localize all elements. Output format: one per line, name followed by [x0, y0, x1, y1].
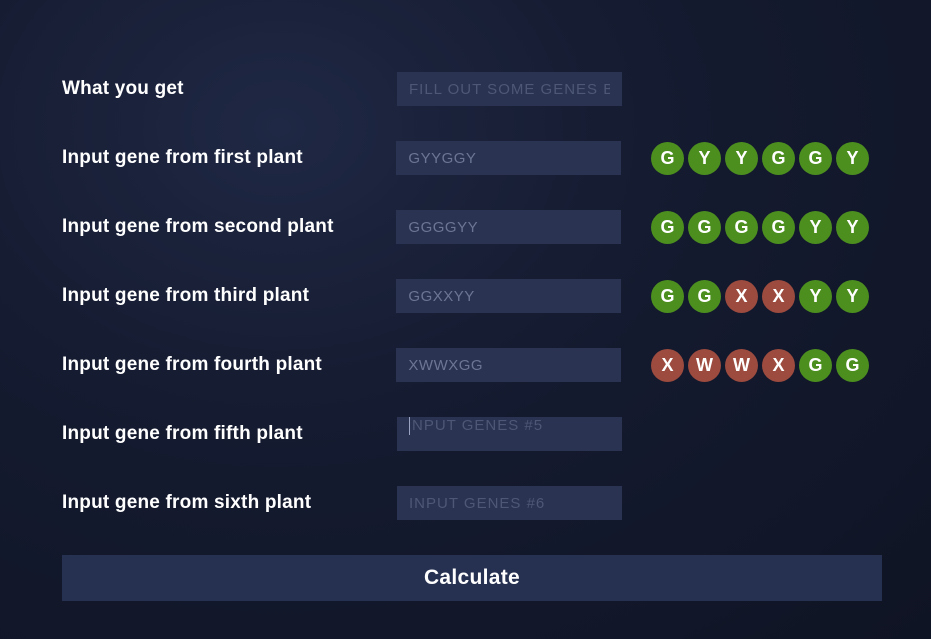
gene-badge: X: [762, 280, 795, 313]
gene-badge: W: [725, 349, 758, 382]
gene-badge: X: [651, 349, 684, 382]
input-wrap-plant-2: [396, 210, 621, 244]
gene-badge: G: [762, 142, 795, 175]
calculate-button[interactable]: Calculate: [62, 555, 882, 601]
gene-badge: Y: [725, 142, 758, 175]
gene-badge: Y: [836, 142, 869, 175]
label-plant-3: Input gene from third plant: [62, 285, 396, 307]
label-plant-1: Input gene from first plant: [62, 147, 396, 169]
gene-badge: G: [836, 349, 869, 382]
row-plant-3: Input gene from third plant G G X X Y Y: [62, 279, 869, 313]
gene-badge: Y: [836, 211, 869, 244]
gene-badge: G: [725, 211, 758, 244]
gene-badge: G: [688, 211, 721, 244]
gene-badge: G: [799, 142, 832, 175]
gene-form: What you get Input gene from first plant…: [0, 0, 931, 601]
gene-badge: G: [651, 211, 684, 244]
input-wrap-result: [397, 72, 622, 106]
gene-badge: X: [762, 349, 795, 382]
gene-badge: G: [799, 349, 832, 382]
row-plant-4: Input gene from fourth plant X W W X G G: [62, 348, 869, 382]
row-plant-1: Input gene from first plant G Y Y G G Y: [62, 141, 869, 175]
label-result: What you get: [62, 78, 397, 100]
row-plant-6: Input gene from sixth plant: [62, 486, 869, 520]
placeholder-text: NPUT GENES #5: [412, 417, 543, 434]
input-wrap-plant-5: NPUT GENES #5: [397, 417, 622, 451]
text-cursor-icon: [409, 417, 410, 435]
row-plant-5: Input gene from fifth plant NPUT GENES #…: [62, 417, 869, 451]
label-plant-2: Input gene from second plant: [62, 216, 396, 238]
input-plant-6[interactable]: [397, 486, 622, 520]
gene-badge: G: [651, 142, 684, 175]
gene-badge: X: [725, 280, 758, 313]
gene-badge: Y: [688, 142, 721, 175]
label-plant-5: Input gene from fifth plant: [62, 423, 397, 445]
gene-badge: Y: [836, 280, 869, 313]
input-result[interactable]: [397, 72, 622, 106]
input-wrap-plant-6: [397, 486, 622, 520]
input-wrap-plant-1: [396, 141, 621, 175]
input-plant-3[interactable]: [396, 279, 621, 313]
row-result: What you get: [62, 72, 869, 106]
gene-badge: G: [762, 211, 795, 244]
row-plant-2: Input gene from second plant G G G G Y Y: [62, 210, 869, 244]
genes-plant-1: G Y Y G G Y: [651, 142, 869, 175]
label-plant-4: Input gene from fourth plant: [62, 354, 396, 376]
genes-plant-4: X W W X G G: [651, 349, 869, 382]
input-plant-5[interactable]: NPUT GENES #5: [397, 417, 622, 451]
input-plant-1[interactable]: [396, 141, 621, 175]
input-plant-4[interactable]: [396, 348, 621, 382]
gene-badge: W: [688, 349, 721, 382]
gene-badge: G: [688, 280, 721, 313]
gene-badge: Y: [799, 211, 832, 244]
label-plant-6: Input gene from sixth plant: [62, 492, 397, 514]
input-wrap-plant-4: [396, 348, 621, 382]
input-plant-2[interactable]: [396, 210, 621, 244]
input-wrap-plant-3: [396, 279, 621, 313]
gene-badge: Y: [799, 280, 832, 313]
genes-plant-3: G G X X Y Y: [651, 280, 869, 313]
genes-plant-2: G G G G Y Y: [651, 211, 869, 244]
gene-badge: G: [651, 280, 684, 313]
